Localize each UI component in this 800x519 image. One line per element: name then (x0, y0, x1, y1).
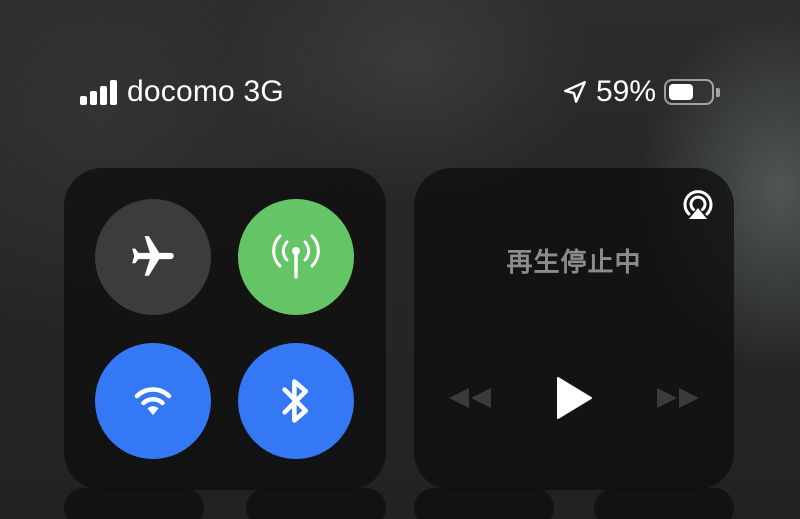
bluetooth-icon (282, 379, 309, 423)
airplay-audio-icon[interactable] (678, 184, 718, 224)
bottom-tile-partial[interactable] (414, 488, 554, 519)
wifi-icon (134, 387, 172, 415)
bottom-tile-partial[interactable] (64, 488, 204, 519)
cellular-signal-icon (80, 79, 117, 105)
battery-level-fill (669, 84, 693, 100)
fast-forward-icon (657, 388, 699, 408)
status-bar-right: 59% (562, 75, 720, 108)
bottom-tile-partial[interactable] (594, 488, 734, 519)
connectivity-module (64, 168, 386, 490)
airplane-mode-toggle[interactable] (95, 199, 211, 315)
cellular-data-toggle[interactable] (238, 199, 354, 315)
cellular-antenna-icon (272, 234, 320, 279)
carrier-name: docomo 3G (127, 75, 284, 108)
play-icon (557, 377, 592, 419)
battery-icon (664, 78, 720, 106)
airplane-icon (132, 236, 174, 276)
status-bar-left: docomo 3G (80, 75, 284, 108)
now-playing-module[interactable]: 再生停止中 (414, 168, 734, 490)
wifi-toggle[interactable] (95, 343, 211, 459)
battery-percentage: 59% (595, 75, 656, 108)
bottom-tile-partial[interactable] (246, 488, 386, 519)
fast-forward-button[interactable] (652, 378, 704, 418)
playback-status-text: 再生停止中 (506, 248, 642, 278)
play-button[interactable] (550, 372, 598, 424)
location-arrow-icon (564, 81, 586, 103)
bluetooth-toggle[interactable] (238, 343, 354, 459)
rewind-button[interactable] (444, 378, 496, 418)
rewind-icon (449, 388, 491, 408)
